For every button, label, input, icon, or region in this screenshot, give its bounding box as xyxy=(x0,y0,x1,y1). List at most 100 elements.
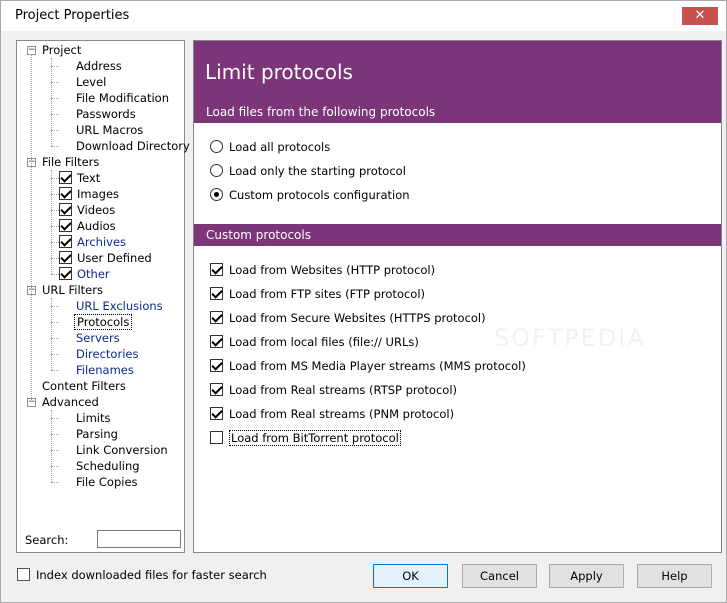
tree-item-text[interactable]: Text xyxy=(59,170,102,186)
protocol-checkbox[interactable] xyxy=(210,359,223,372)
protocol-label: Load from FTP sites (FTP protocol) xyxy=(229,287,426,301)
radio-button[interactable] xyxy=(210,188,223,201)
protocol-label: Load from Real streams (RTSP protocol) xyxy=(229,383,458,397)
tree-item-label: Parsing xyxy=(76,427,118,441)
apply-button[interactable]: Apply xyxy=(549,564,624,588)
protocol-checkbox[interactable] xyxy=(210,311,223,324)
protocol-option[interactable]: Load from MS Media Player streams (MMS p… xyxy=(210,357,526,375)
tree-connector xyxy=(51,194,59,195)
tree-item-advanced[interactable]: Advanced xyxy=(40,394,101,410)
tree-connector xyxy=(51,274,59,275)
tree-item-file-modification[interactable]: File Modification xyxy=(59,90,171,106)
protocol-checkbox[interactable] xyxy=(210,407,223,420)
protocol-checkbox[interactable] xyxy=(210,335,223,348)
radio-label: Load all protocols xyxy=(229,140,331,154)
tree-item-limits[interactable]: Limits xyxy=(59,410,113,426)
protocol-option[interactable]: Load from FTP sites (FTP protocol) xyxy=(210,285,425,303)
tree-item-label: Download Directory xyxy=(76,139,190,153)
radio-button[interactable] xyxy=(210,140,223,153)
page-header: Limit protocols xyxy=(194,41,721,101)
tree-item-scheduling[interactable]: Scheduling xyxy=(59,458,142,474)
section-custom-protocols-header: Custom protocols xyxy=(194,224,721,246)
tree-item-download-directory[interactable]: Download Directory xyxy=(59,138,192,154)
search-label: Search: xyxy=(25,533,69,547)
tree-item-project[interactable]: Project xyxy=(40,42,83,58)
tree-item-images[interactable]: Images xyxy=(59,186,121,202)
tree-item-checkbox[interactable] xyxy=(59,203,72,216)
tree-item-videos[interactable]: Videos xyxy=(59,202,117,218)
tree-item-protocols[interactable]: Protocols xyxy=(59,314,133,330)
tree-connector xyxy=(31,54,32,402)
tree-item-servers[interactable]: Servers xyxy=(59,330,122,346)
tree-item-label: Servers xyxy=(76,331,120,345)
protocol-label: Load from Secure Websites (HTTPS protoco… xyxy=(229,311,486,325)
tree-item-directories[interactable]: Directories xyxy=(59,346,140,362)
close-icon: ✕ xyxy=(694,8,706,23)
tree-connector xyxy=(51,98,59,99)
tree-item-file-copies[interactable]: File Copies xyxy=(59,474,140,490)
tree-connector xyxy=(51,178,59,179)
tree-item-content-filters[interactable]: Content Filters xyxy=(40,378,128,394)
tree-item-parsing[interactable]: Parsing xyxy=(59,426,120,442)
tree-item-label: Level xyxy=(76,75,107,89)
tree-item-checkbox[interactable] xyxy=(59,171,72,184)
protocol-option[interactable]: Load from Websites (HTTP protocol) xyxy=(210,261,435,279)
cancel-button[interactable]: Cancel xyxy=(462,564,537,588)
protocol-option[interactable]: Load from local files (file:// URLs) xyxy=(210,333,419,351)
tree-item-other[interactable]: Other xyxy=(59,266,112,282)
tree-item-label: Images xyxy=(77,187,120,201)
protocol-checkbox[interactable] xyxy=(210,431,223,444)
tree-connector xyxy=(51,482,59,483)
tree-connector xyxy=(51,370,59,371)
tree-item-label: Protocols xyxy=(74,314,133,330)
tree-connector xyxy=(51,298,52,370)
tree-item-filenames[interactable]: Filenames xyxy=(59,362,136,378)
index-files-option[interactable]: Index downloaded files for faster search xyxy=(17,568,267,582)
tree-item-label: Advanced xyxy=(42,395,99,409)
tree-item-address[interactable]: Address xyxy=(59,58,124,74)
protocol-option[interactable]: Load from Real streams (RTSP protocol) xyxy=(210,381,457,399)
tree-item-level[interactable]: Level xyxy=(59,74,108,90)
protocol-option[interactable]: Load from BitTorrent protocol xyxy=(210,429,401,447)
tree-item-checkbox[interactable] xyxy=(59,267,72,280)
tree-item-user-defined[interactable]: User Defined xyxy=(59,250,154,266)
tree-connector xyxy=(51,258,59,259)
tree-item-archives[interactable]: Archives xyxy=(59,234,128,250)
tree-connector xyxy=(51,354,59,355)
search-input[interactable] xyxy=(97,530,181,548)
ok-button[interactable]: OK xyxy=(373,564,448,588)
help-button[interactable]: Help xyxy=(637,564,712,588)
tree-item-audios[interactable]: Audios xyxy=(59,218,118,234)
radio-label: Custom protocols configuration xyxy=(229,188,410,202)
tree-item-label: File Modification xyxy=(76,91,169,105)
radio-button[interactable] xyxy=(210,164,223,177)
protocol-option[interactable]: Load from Real streams (PNM protocol) xyxy=(210,405,454,423)
tree-item-passwords[interactable]: Passwords xyxy=(59,106,138,122)
tree-item-label: Directories xyxy=(76,347,139,361)
protocol-mode-option[interactable]: Load all protocols xyxy=(210,138,330,156)
tree-item-checkbox[interactable] xyxy=(59,251,72,264)
tree-item-url-filters[interactable]: URL Filters xyxy=(40,282,105,298)
tree-item-link-conversion[interactable]: Link Conversion xyxy=(59,442,170,458)
tree-item-checkbox[interactable] xyxy=(59,187,72,200)
close-button[interactable]: ✕ xyxy=(682,7,718,25)
protocol-mode-option[interactable]: Custom protocols configuration xyxy=(210,186,410,204)
protocol-option[interactable]: Load from Secure Websites (HTTPS protoco… xyxy=(210,309,486,327)
index-files-checkbox[interactable] xyxy=(17,568,30,581)
tree-item-file-filters[interactable]: File Filters xyxy=(40,154,101,170)
tree-item-label: URL Filters xyxy=(42,283,103,297)
tree-item-checkbox[interactable] xyxy=(59,235,72,248)
tree-connector xyxy=(51,434,59,435)
protocol-checkbox[interactable] xyxy=(210,263,223,276)
tree-connector xyxy=(51,338,59,339)
tree-item-label: File Filters xyxy=(42,155,100,169)
radio-label: Load only the starting protocol xyxy=(229,164,406,178)
tree-item-url-macros[interactable]: URL Macros xyxy=(59,122,145,138)
protocol-checkbox[interactable] xyxy=(210,287,223,300)
tree-item-label: Content Filters xyxy=(42,379,126,393)
protocol-mode-option[interactable]: Load only the starting protocol xyxy=(210,162,406,180)
protocol-checkbox[interactable] xyxy=(210,383,223,396)
tree-connector xyxy=(51,114,59,115)
tree-item-url-exclusions[interactable]: URL Exclusions xyxy=(59,298,165,314)
tree-item-checkbox[interactable] xyxy=(59,219,72,232)
